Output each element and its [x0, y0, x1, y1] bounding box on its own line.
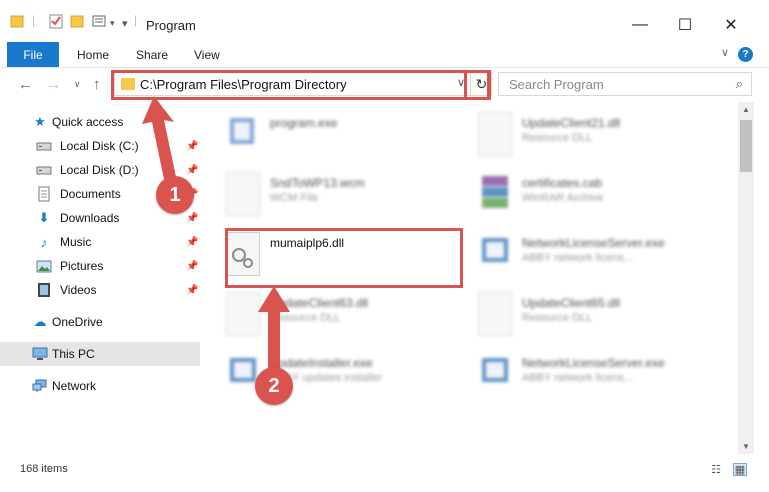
sidebar-item-label: Pictures [60, 259, 104, 273]
sidebar-item-onedrive[interactable]: ☁ OneDrive [0, 310, 200, 334]
search-icon: ⌕ [735, 76, 743, 91]
sidebar-item-label: This PC [52, 347, 95, 361]
pictures-icon [36, 258, 52, 274]
title-bar: | ▾ ▾ | Program — ☐ ✕ [0, 0, 769, 41]
sidebar-item-music[interactable]: ♪ Music 📌 [0, 230, 200, 254]
chevron-down-icon[interactable]: ▾ [110, 18, 115, 36]
maximize-button[interactable]: ☐ [662, 10, 708, 40]
file-type: Resource DLL [522, 132, 593, 144]
archive-icon [478, 172, 512, 216]
tab-share[interactable]: Share [136, 48, 168, 62]
pin-icon[interactable]: 📌 [186, 285, 198, 296]
file-item[interactable]: UpdateClient63.dll Resource DLL [214, 288, 454, 346]
cloud-icon: ☁ [33, 314, 47, 329]
drive-icon [36, 138, 52, 154]
search-input[interactable]: Search Program [509, 77, 604, 92]
sidebar-item-label: Music [60, 235, 92, 249]
minimize-button[interactable]: — [617, 10, 663, 40]
pin-icon[interactable]: 📌 [186, 261, 198, 272]
file-item[interactable]: program.exe [214, 108, 454, 166]
videos-icon [36, 282, 52, 298]
file-icon [226, 172, 260, 216]
dll-icon [478, 292, 512, 336]
file-type: WCM File [270, 192, 319, 204]
folder-icon[interactable] [10, 13, 24, 31]
properties-icon[interactable] [48, 13, 64, 31]
help-button[interactable]: ? [738, 47, 753, 62]
details-view-icon[interactable]: ☷ [709, 463, 723, 476]
sidebar-item-label: Local Disk (D:) [60, 163, 139, 177]
file-item[interactable]: NetworkLicenseServer.exe ABBY network li… [466, 348, 706, 406]
file-highlight [225, 228, 463, 288]
ribbon-tabs: File Home Share View ∨ ? [0, 41, 769, 68]
tab-home[interactable]: Home [77, 48, 109, 62]
scroll-thumb[interactable] [740, 120, 752, 172]
pin-icon[interactable]: 📌 [186, 237, 198, 248]
sidebar-item-label: OneDrive [52, 315, 103, 329]
refresh-highlight [464, 70, 490, 100]
status-bar: 168 items ☷ ▦ [0, 460, 769, 492]
file-name: SndToWP13.wcm [270, 176, 365, 190]
file-item[interactable]: UpdateClient65.dll Resource DLL [466, 288, 706, 346]
recent-locations-button[interactable]: ∨ [74, 79, 81, 90]
file-type: ABBY network licens... [522, 372, 634, 384]
sidebar-item-label: Quick access [52, 115, 124, 129]
star-icon: ★ [34, 114, 46, 129]
exe-icon [478, 352, 512, 396]
scroll-down-icon[interactable]: ▼ [742, 442, 750, 451]
sidebar-item-label: Local Disk (C:) [60, 139, 139, 153]
sidebar-item-this-pc[interactable]: This PC [0, 342, 200, 366]
sidebar-item-pictures[interactable]: Pictures 📌 [0, 254, 200, 278]
download-icon: ⬇ [38, 210, 50, 225]
forward-button[interactable]: → [46, 76, 61, 93]
file-type: Resource DLL [522, 312, 593, 324]
computer-icon [32, 346, 48, 362]
separator: | [134, 13, 138, 27]
file-name: NetworkLicenseServer.exe [522, 236, 665, 250]
scroll-up-icon[interactable]: ▲ [742, 105, 750, 114]
callout-badge-2: 2 [255, 367, 293, 405]
quick-access-dropdown-icon[interactable]: ▾ [122, 17, 128, 35]
search-box[interactable]: Search Program ⌕ [498, 72, 752, 96]
file-item[interactable]: NetworkLicenseServer.exe ABBY network li… [466, 228, 706, 286]
sidebar-item-label: Downloads [60, 211, 120, 225]
file-type: WinRAR Archive [522, 192, 604, 204]
file-item[interactable]: UpdateInstaller.exe ABBY updates install… [214, 348, 454, 406]
music-icon: ♪ [40, 234, 48, 250]
file-item[interactable]: certificates.cab WinRAR Archive [466, 168, 706, 226]
tiles-view-icon[interactable]: ▦ [733, 463, 747, 476]
vertical-scrollbar[interactable]: ▲ ▼ [738, 102, 754, 454]
file-name: NetworkLicenseServer.exe [522, 356, 665, 370]
exe-icon [478, 232, 512, 276]
file-name: UpdateClient21.dll [522, 116, 621, 130]
file-name: certificates.cab [522, 176, 603, 190]
close-button[interactable]: ✕ [708, 10, 754, 40]
chevron-down-icon[interactable]: ∨ [721, 46, 729, 59]
file-type: ABBY network licens... [522, 252, 634, 264]
window-title: Program [146, 18, 196, 33]
tab-file[interactable]: File [7, 42, 59, 67]
file-item[interactable]: UpdateClient21.dll Resource DLL [466, 108, 706, 166]
sidebar-item-label: Network [52, 379, 97, 393]
file-name: program.exe [270, 116, 338, 130]
callout-badge-1: 1 [156, 176, 194, 214]
file-item[interactable]: SndToWP13.wcm WCM File [214, 168, 454, 226]
drive-icon [36, 162, 52, 178]
tab-view[interactable]: View [194, 48, 220, 62]
documents-icon [36, 186, 52, 202]
sidebar-item-label: Documents [60, 187, 121, 201]
back-button[interactable]: ← [18, 76, 33, 93]
sidebar-item-network[interactable]: Network [0, 374, 200, 398]
exe-icon [226, 112, 260, 156]
separator: | [32, 13, 36, 27]
dll-icon [478, 112, 512, 156]
item-count: 168 items [20, 463, 68, 475]
sidebar-item-videos[interactable]: Videos 📌 [0, 278, 200, 302]
network-icon [32, 378, 48, 394]
customize-icon[interactable] [92, 13, 108, 31]
file-name: UpdateClient65.dll [522, 296, 621, 310]
new-folder-icon[interactable] [70, 13, 84, 31]
sidebar-item-label: Videos [60, 283, 97, 297]
up-button[interactable]: ↑ [93, 76, 101, 93]
